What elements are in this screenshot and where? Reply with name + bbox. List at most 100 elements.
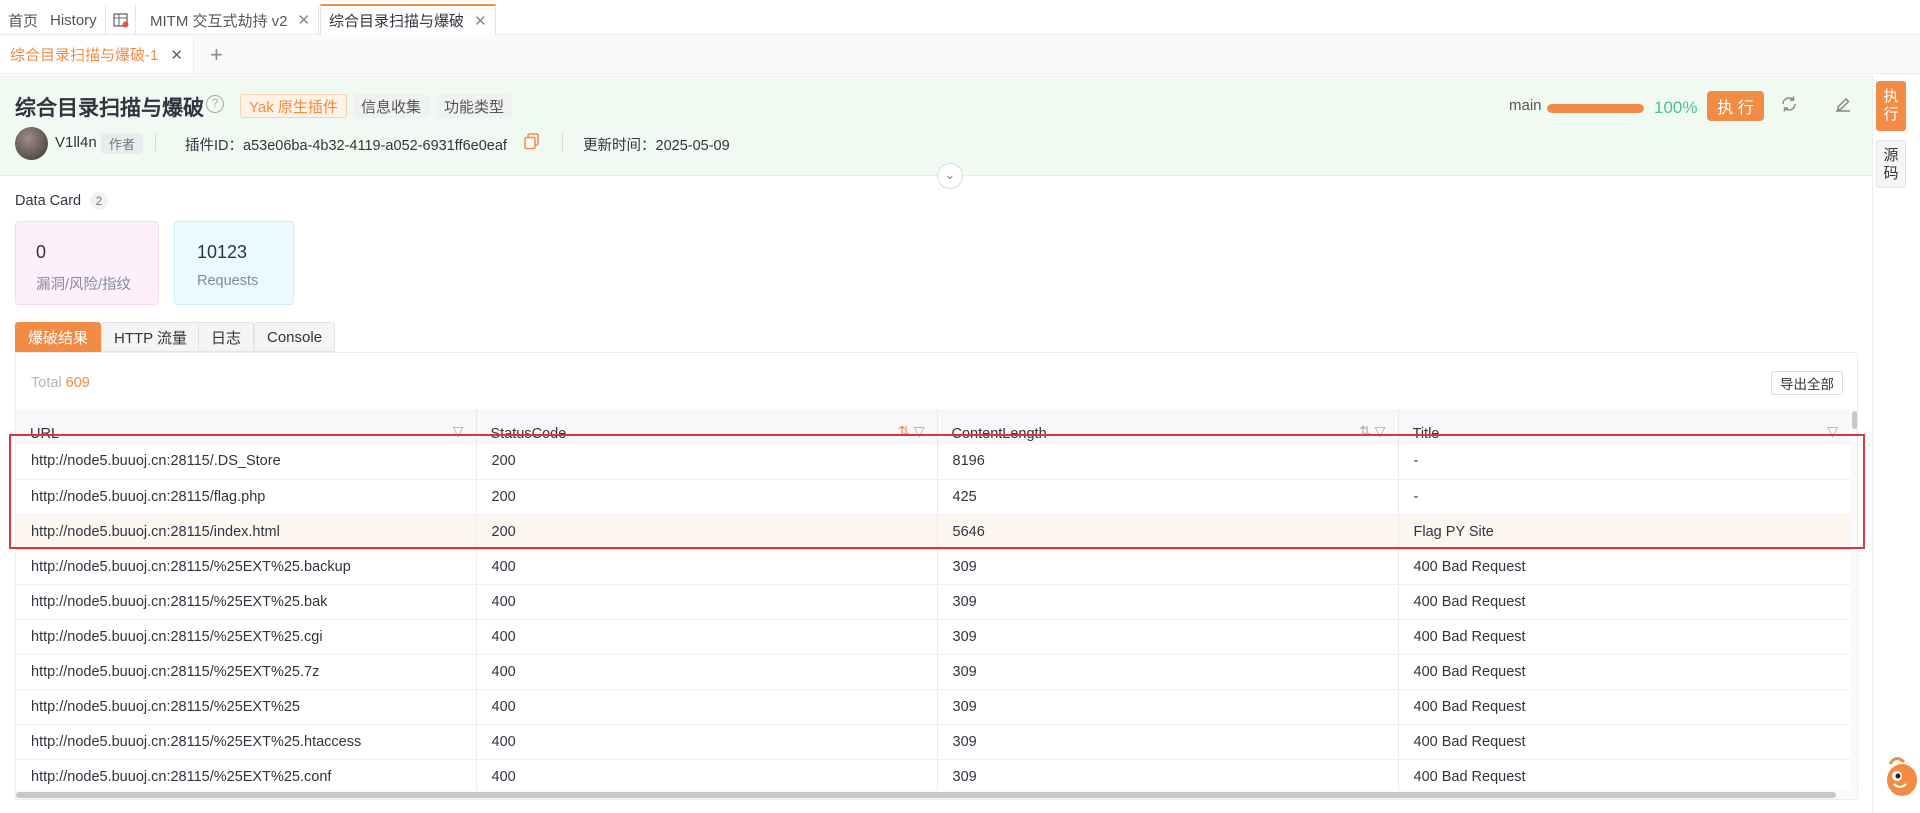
author-name: V1ll4n [55,134,97,151]
filter-icon[interactable]: ▽ [914,423,925,439]
tag-yak-native: Yak 原生插件 [240,94,347,118]
table-row[interactable]: http://node5.buuoj.cn:28115/%25EXT%25.ba… [16,549,1850,585]
table-row[interactable]: http://node5.buuoj.cn:28115/%25EXT%25.ht… [16,724,1850,760]
avatar [15,127,48,160]
table-cell: http://node5.buuoj.cn:28115/%25EXT%25.7z [16,654,477,690]
export-all-button[interactable]: 导出全部 [1771,371,1843,395]
side-exec-button[interactable]: 执行 [1876,81,1906,131]
tab-brute-results[interactable]: 爆破结果 [15,322,102,352]
column-header-statuscode[interactable]: StatusCode ⇅ ▽ [476,409,938,444]
tab-mitm[interactable]: MITM 交互式劫持 v2 ✕ [142,5,320,35]
plugin-header: 综合目录扫描与爆破 ? Yak 原生插件 信息收集 功能类型 V1ll4n 作者… [0,75,1873,176]
table-cell: 400 Bad Request [1398,619,1850,655]
table-cell: 200 [476,444,938,480]
table-cell: 5646 [937,513,1399,550]
card-label: 漏洞/风险/指纹 [36,277,132,293]
table-cell: 425 [937,479,1399,515]
column-header-url[interactable]: URL ▽ [16,409,477,444]
card-value: 0 [36,242,47,262]
table-cell: 400 [476,654,938,690]
table-cell: 309 [937,584,1399,620]
table-cell: 400 Bad Request [1398,759,1850,795]
sub-tab-bar: 综合目录扫描与爆破-1 ✕ + [0,36,1920,74]
tab-dir-scan[interactable]: 综合目录扫描与爆破 ✕ [320,4,496,36]
table-cell: http://node5.buuoj.cn:28115/flag.php [16,479,477,515]
table-tool-icon [113,13,129,28]
tab-history[interactable]: History [42,5,106,35]
mascot-icon[interactable] [1882,750,1920,807]
table-cell: 309 [937,654,1399,690]
vertical-scrollbar[interactable] [1850,409,1857,789]
collapse-chevron-icon[interactable]: ⌄ [937,163,963,189]
results-table-panel: Total 609 导出全部 URL ▽ StatusCode ⇅ ▽ Conten… [15,352,1858,800]
card-value: 10123 [197,242,248,262]
results-table: URL ▽ StatusCode ⇅ ▽ ContentLength ⇅ ▽ Titl… [16,409,1850,795]
close-icon[interactable]: ✕ [298,11,311,29]
table-cell: 400 [476,549,938,585]
table-cell: http://node5.buuoj.cn:28115/%25EXT%25.co… [16,759,477,795]
table-cell: 400 Bad Request [1398,584,1850,620]
refresh-icon[interactable] [1780,95,1798,118]
data-card-title: Data Card [15,193,82,209]
table-cell: http://node5.buuoj.cn:28115/.DS_Store [16,444,477,480]
data-card-count: 2 [90,192,108,210]
table-cell: 309 [937,724,1399,760]
table-cell: - [1398,479,1850,515]
table-row[interactable]: http://node5.buuoj.cn:28115/flag.php 200 4… [16,479,1850,515]
table-cell: http://node5.buuoj.cn:28115/%25EXT%25.cg… [16,619,477,655]
card-requests: 10123 Requests [174,221,294,305]
table-cell: 200 [476,513,938,550]
table-row[interactable]: http://node5.buuoj.cn:28115/%25EXT%25.ba… [16,584,1850,620]
table-cell: http://node5.buuoj.cn:28115/%25EXT%25 [16,689,477,725]
progress-bar [1547,104,1644,113]
close-icon[interactable]: ✕ [170,46,183,64]
tab-http-traffic[interactable]: HTTP 流量 [101,322,201,352]
table-row[interactable]: http://node5.buuoj.cn:28115/%25EXT%25.co… [16,759,1850,795]
column-header-contentlength[interactable]: ContentLength ⇅ ▽ [937,409,1399,444]
table-row[interactable]: http://node5.buuoj.cn:28115/%25EXT%25.cg… [16,619,1850,655]
total-count: 609 [65,375,90,391]
table-row[interactable]: http://node5.buuoj.cn:28115/%25EXT%25 400… [16,689,1850,725]
sort-icon[interactable]: ⇅ [1359,423,1371,439]
sort-icon[interactable]: ⇅ [898,423,910,439]
copy-icon[interactable] [524,133,540,155]
tab-grid-tool[interactable] [107,5,136,35]
column-header-title[interactable]: Title ▽ [1398,409,1850,444]
tab-console[interactable]: Console [254,322,336,352]
sub-tab-dir-scan-1[interactable]: 综合目录扫描与爆破-1 ✕ [0,36,194,73]
horizontal-scrollbar[interactable] [16,790,1857,799]
table-cell: 400 [476,619,938,655]
add-tab-icon[interactable]: + [210,42,223,68]
side-source-button[interactable]: 源码 [1876,140,1906,188]
table-cell: 200 [476,479,938,515]
edit-icon[interactable] [1834,95,1852,118]
tab-home[interactable]: 首页 [0,5,46,35]
table-row[interactable]: http://node5.buuoj.cn:28115/%25EXT%25.7z… [16,654,1850,690]
table-cell: 400 Bad Request [1398,724,1850,760]
help-icon[interactable]: ? [206,95,224,113]
tag-info-gather: 信息收集 [353,94,430,118]
filter-icon[interactable]: ▽ [1827,423,1838,440]
plugin-title: 综合目录扫描与爆破 [15,97,204,120]
table-cell: 400 Bad Request [1398,549,1850,585]
table-row[interactable]: http://node5.buuoj.cn:28115/index.html 20… [16,513,1850,550]
table-cell: - [1398,444,1850,480]
table-cell: 400 [476,759,938,795]
filter-icon[interactable]: ▽ [453,423,464,440]
table-cell: 400 Bad Request [1398,654,1850,690]
table-cell: Flag PY Site [1398,513,1850,550]
plugin-id: 插件ID：a53e06ba-4b32-4119-a052-6931ff6e0ea… [185,138,507,154]
filter-icon[interactable]: ▽ [1375,423,1386,439]
tab-log[interactable]: 日志 [198,322,255,352]
table-cell: 400 [476,584,938,620]
scrollbar-thumb[interactable] [1851,411,1857,429]
total-label: Total 609 [31,375,90,391]
execute-button[interactable]: 执 行 [1707,91,1764,121]
card-vuln: 0 漏洞/风险/指纹 [15,221,159,305]
scrollbar-thumb[interactable] [16,792,1836,798]
side-divider [1872,75,1873,813]
close-icon[interactable]: ✕ [474,12,487,30]
table-row[interactable]: http://node5.buuoj.cn:28115/.DS_Store 200… [16,444,1850,480]
table-cell: 309 [937,689,1399,725]
table-cell: 400 [476,724,938,760]
